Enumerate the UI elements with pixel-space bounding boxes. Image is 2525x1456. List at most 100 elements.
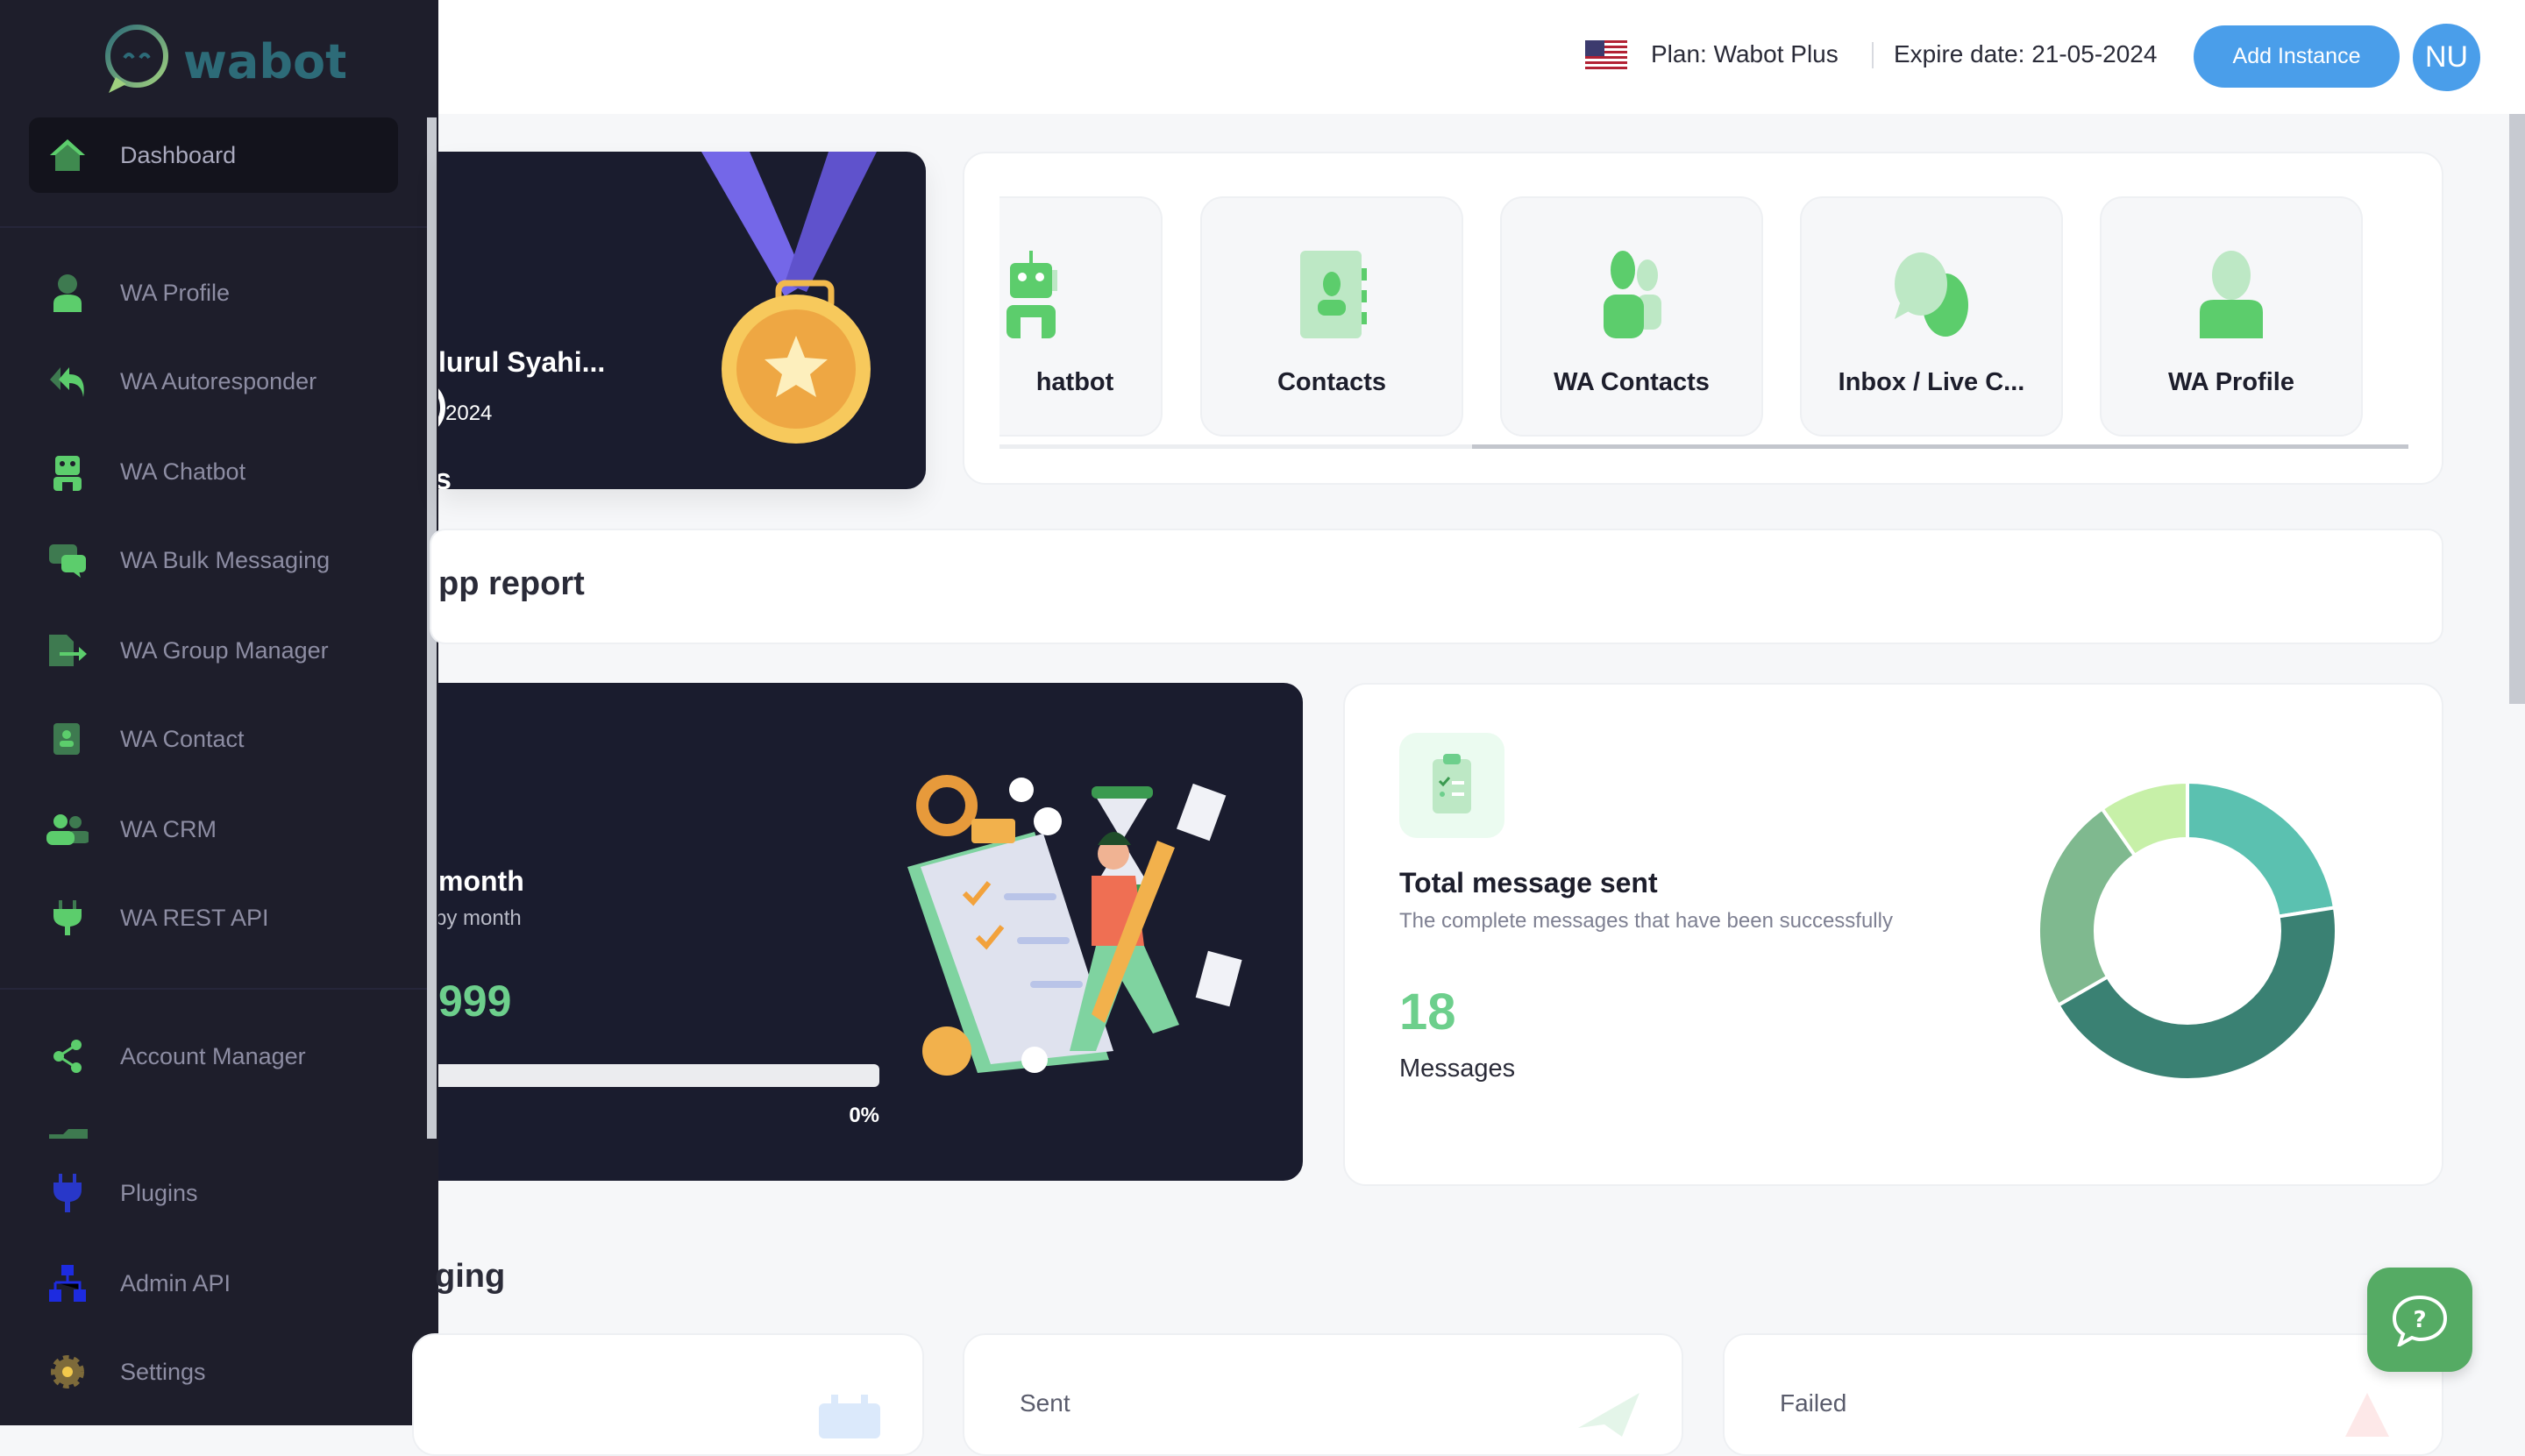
- sidebar-item-label: Admin API: [120, 1269, 231, 1296]
- sidebar-item-label: Plugins: [120, 1179, 198, 1206]
- quota-progress-bar: [438, 1064, 879, 1087]
- wabot-logo-icon: wabot: [105, 25, 348, 93]
- robot-icon: [1006, 251, 1057, 338]
- shortcuts-scroller: hatbot Contacts WA Contacts Inbox / Live…: [999, 196, 2411, 442]
- sidebar-item-label: Dashboard: [120, 141, 237, 168]
- welcome-line: s: [438, 463, 452, 489]
- shortcut-label: Inbox / Live C...: [1838, 368, 2025, 396]
- sidebar-item-settings[interactable]: Settings: [29, 1334, 398, 1410]
- divider: [0, 226, 428, 228]
- sidebar-item-wa-group-manager[interactable]: WA Group Manager: [29, 613, 398, 688]
- sidebar-item-label: Settings: [120, 1358, 206, 1385]
- avatar[interactable]: NU: [2413, 24, 2480, 91]
- sidebar-item-wa-chatbot[interactable]: WA Chatbot: [29, 434, 398, 509]
- shortcut-label: Contacts: [1277, 368, 1387, 396]
- medal-icon: [701, 152, 877, 444]
- message-donut-chart: [2037, 779, 2338, 1082]
- sidebar-item-label: WA CRM: [120, 815, 217, 842]
- shortcuts-scrollbar-thumb[interactable]: [1472, 444, 2408, 449]
- sidebar-item-dashboard[interactable]: Dashboard: [29, 117, 398, 193]
- us-flag-icon[interactable]: [1585, 40, 1627, 72]
- sent-label: Sent: [1020, 1389, 1070, 1417]
- page-scrollbar[interactable]: [2509, 114, 2525, 704]
- plan-label: Plan: Wabot Plus: [1651, 40, 1839, 67]
- sidebar-item-label: WA Autoresponder: [120, 367, 317, 394]
- shortcut-chatbot[interactable]: hatbot: [999, 196, 1163, 437]
- sidebar-item-label: WA Contact: [120, 725, 245, 752]
- wabot-logo[interactable]: wabot: [100, 23, 348, 95]
- messaging-title: ging: [435, 1258, 506, 1295]
- svg-text:wabot: wabot: [183, 34, 345, 89]
- report-title: pp report: [438, 565, 585, 602]
- sidebar-item-admin-api[interactable]: Admin API: [29, 1246, 398, 1321]
- home-icon: [46, 134, 89, 176]
- sidebar-item-wa-bulk-messaging[interactable]: WA Bulk Messaging: [29, 522, 398, 598]
- help-chat-button[interactable]: ?: [2367, 1268, 2472, 1372]
- messaging-card-total: [412, 1333, 924, 1456]
- chat-bubbles-icon: [46, 539, 89, 581]
- checklist-illustration: [907, 775, 1242, 1076]
- quota-subtitle: by month: [438, 906, 522, 930]
- calendar-icon: [819, 1395, 880, 1438]
- shortcut-label: WA Profile: [2168, 368, 2294, 396]
- plug-icon: [46, 1172, 89, 1214]
- gear-icon: [46, 1351, 89, 1393]
- add-instance-button[interactable]: Add Instance: [2194, 25, 2400, 88]
- welcome-name: lurul Syahi...: [438, 346, 606, 378]
- user-icon: [2200, 251, 2263, 338]
- sidebar-item-wa-autoresponder[interactable]: WA Autoresponder: [29, 344, 398, 419]
- divider: [0, 988, 428, 990]
- sidebar-item-label: WA Profile: [120, 279, 231, 306]
- quota-value: 999: [438, 977, 512, 1026]
- sidebar-item-plugins[interactable]: Plugins: [29, 1155, 398, 1231]
- welcome-card: lurul Syahi... -2024 s: [438, 152, 926, 489]
- file-export-icon: [46, 629, 89, 671]
- sidebar-item-label: Account Manager: [120, 1042, 306, 1069]
- sidebar-item-label: WA Chatbot: [120, 458, 246, 485]
- address-book-icon: [46, 718, 89, 760]
- chat-bubbles-icon: [1895, 252, 1968, 337]
- messaging-card-sent: Sent: [963, 1333, 1683, 1456]
- sidebar: wabot Dashboard WA Profile WA Autorespon…: [0, 0, 438, 1425]
- folder-icon: [46, 1127, 91, 1139]
- donut-slice-2[interactable]: [2055, 906, 2338, 1082]
- welcome-button[interactable]: [438, 378, 445, 437]
- reply-all-icon: [46, 360, 89, 402]
- quota-title: month: [438, 865, 524, 897]
- share-icon: [46, 1035, 89, 1077]
- address-book-icon: [1300, 251, 1367, 338]
- warning-icon: [2345, 1393, 2389, 1437]
- total-value: 18: [1399, 984, 1456, 1041]
- sitemap-icon: [46, 1262, 89, 1304]
- messaging-card-failed: Failed: [1723, 1333, 2443, 1456]
- top-bar: Plan: Wabot Plus Expire date: 21-05-2024…: [438, 0, 2525, 114]
- sidebar-item-wa-profile[interactable]: WA Profile: [29, 255, 398, 330]
- failed-label: Failed: [1780, 1389, 1847, 1417]
- user-icon: [46, 272, 89, 314]
- shortcut-label: WA Contacts: [1554, 368, 1710, 396]
- shortcut-contacts[interactable]: Contacts: [1200, 196, 1463, 437]
- quota-card: month by month 999 0%: [438, 683, 1303, 1181]
- donut-slice-3[interactable]: [2037, 806, 2137, 1008]
- sidebar-item-wa-contact[interactable]: WA Contact: [29, 701, 398, 777]
- sidebar-item-label: WA Bulk Messaging: [120, 546, 331, 573]
- donut-slice-1[interactable]: [2186, 779, 2337, 919]
- users-icon: [1604, 251, 1661, 338]
- robot-icon: [46, 451, 89, 493]
- help-chat-icon: ?: [2392, 1295, 2448, 1346]
- total-subtitle: The complete messages that have been suc…: [1399, 909, 1893, 933]
- shortcut-label: hatbot: [1035, 368, 1114, 396]
- shortcut-wa-contacts[interactable]: WA Contacts: [1500, 196, 1763, 437]
- plug-icon: [46, 897, 89, 939]
- total-unit: Messages: [1399, 1055, 1516, 1083]
- sidebar-item-account-manager[interactable]: Account Manager: [29, 1019, 398, 1094]
- report-header: pp report: [430, 529, 2443, 644]
- total-title: Total message sent: [1399, 867, 1658, 898]
- total-message-card: Total message sent The complete messages…: [1343, 683, 2443, 1186]
- svg-text:?: ?: [2413, 1307, 2426, 1333]
- shortcut-inbox-live-chat[interactable]: Inbox / Live C...: [1800, 196, 2063, 437]
- welcome-date: -2024: [438, 401, 493, 425]
- shortcut-wa-profile[interactable]: WA Profile: [2100, 196, 2363, 437]
- sidebar-item-wa-crm[interactable]: WA CRM: [29, 792, 398, 867]
- sidebar-item-wa-rest-api[interactable]: WA REST API: [29, 880, 398, 955]
